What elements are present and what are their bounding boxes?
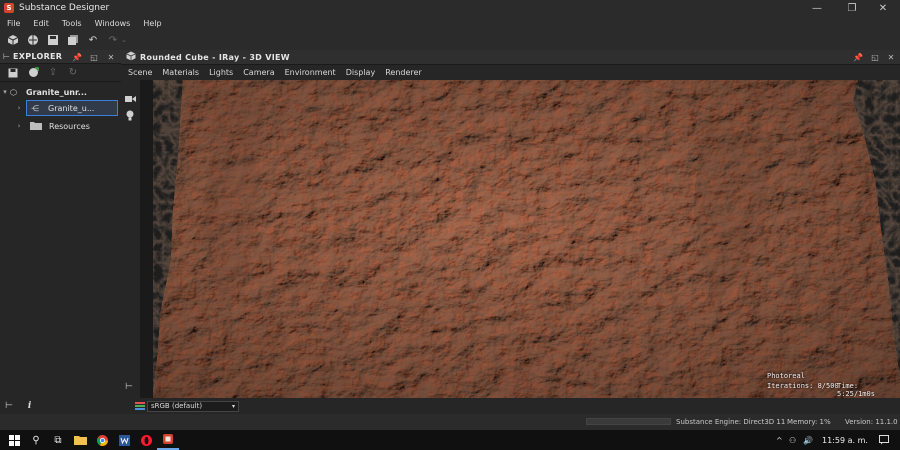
new-resource-icon[interactable] bbox=[27, 67, 39, 79]
redo-dropdown-icon[interactable]: ⌄ bbox=[121, 34, 127, 46]
outliner-icon[interactable]: ⊢ bbox=[125, 382, 133, 392]
viewport-side-toolbar: ⊢ bbox=[121, 80, 140, 398]
menu-tools[interactable]: Tools bbox=[55, 19, 82, 28]
save-package-icon[interactable] bbox=[7, 67, 19, 79]
tree-item-package[interactable]: ▾ ⬡ Granite_unr... bbox=[0, 84, 121, 100]
version-label: Version: 11.1.0 bbox=[845, 418, 898, 426]
restore-button[interactable]: ❐ bbox=[835, 0, 869, 16]
redo-icon[interactable]: ↷ bbox=[107, 34, 119, 46]
task-view-icon[interactable]: ⧉ bbox=[47, 430, 69, 450]
menu-file[interactable]: File bbox=[0, 19, 20, 28]
viewport-gutter bbox=[140, 80, 153, 398]
colorspace-dropdown[interactable]: sRGB (default) ▾ bbox=[147, 400, 239, 412]
vp-menu-lights[interactable]: Lights bbox=[202, 68, 233, 77]
expand-arrow-icon[interactable]: › bbox=[14, 104, 24, 112]
title-bar: S Substance Designer — ❐ ✕ bbox=[0, 0, 900, 16]
memory-status: Memory: 1% bbox=[787, 418, 831, 426]
render-time: Time: 5:25/1m0s bbox=[837, 382, 875, 398]
chrome-icon[interactable] bbox=[91, 430, 113, 450]
package-icon: ⬡ bbox=[10, 87, 17, 97]
window-title: Substance Designer bbox=[19, 3, 110, 13]
explorer-tree-icon: ⊢ bbox=[3, 52, 10, 61]
layers-stack-icon[interactable] bbox=[135, 401, 145, 414]
explorer-title: EXPLORER bbox=[12, 52, 63, 61]
close-window-button[interactable]: ✕ bbox=[866, 0, 900, 16]
progress-bar bbox=[586, 418, 671, 425]
tree-item-resources[interactable]: › Resources bbox=[0, 118, 121, 134]
menu-edit[interactable]: Edit bbox=[26, 19, 49, 28]
volume-icon[interactable]: 🔊 bbox=[803, 436, 813, 445]
status-bar: Substance Engine: Direct3D 11 Memory: 1%… bbox=[0, 414, 900, 430]
open-package-icon[interactable] bbox=[27, 34, 39, 46]
graph-icon: ⋲ bbox=[31, 103, 39, 113]
file-explorer-icon[interactable] bbox=[69, 430, 91, 450]
vp-menu-scene[interactable]: Scene bbox=[121, 68, 152, 77]
package-name: Granite_unr... bbox=[26, 87, 87, 97]
clock[interactable]: 11:59 a. m. bbox=[822, 436, 868, 445]
windows-start-icon[interactable] bbox=[3, 430, 25, 450]
minimize-button[interactable]: — bbox=[800, 0, 834, 16]
graph-name: Granite_u... bbox=[48, 103, 95, 113]
folder-icon bbox=[30, 121, 44, 132]
explorer-panel: ⊢ EXPLORER 📌 ◱ ✕ ⇪ ↻ ▾ ⬡ Granite_unr... … bbox=[0, 50, 121, 398]
vp-menu-camera[interactable]: Camera bbox=[236, 68, 274, 77]
render-iterations: Iterations: 8/500 bbox=[767, 382, 839, 390]
tree-item-graph[interactable]: ⋲ Granite_u... bbox=[26, 100, 118, 116]
save-icon[interactable] bbox=[47, 34, 59, 46]
network-icon[interactable]: ⚇ bbox=[789, 436, 796, 445]
colorspace-value: sRGB (default) bbox=[151, 402, 203, 410]
render-mode-label: Photoreal bbox=[767, 372, 805, 380]
notifications-icon[interactable] bbox=[879, 435, 889, 448]
menu-help[interactable]: Help bbox=[136, 19, 161, 28]
tray-overflow-icon[interactable]: ^ bbox=[776, 436, 783, 445]
explorer-header: ⊢ EXPLORER 📌 ◱ ✕ bbox=[0, 50, 121, 64]
menu-bar: File Edit Tools Windows Help bbox=[0, 16, 900, 30]
explorer-footer: ⊢ i bbox=[0, 398, 121, 414]
chevron-down-icon: ▾ bbox=[231, 402, 235, 410]
windows-taskbar: ⚲ ⧉ ^ ⚇ 🔊 11:59 a. m. bbox=[0, 430, 900, 450]
explorer-toolbar: ⇪ ↻ bbox=[0, 64, 121, 82]
float-panel-icon[interactable]: ◱ bbox=[870, 52, 880, 62]
3d-render-viewport[interactable]: Photoreal Iterations: 8/500 Time: 5:25/1… bbox=[153, 80, 900, 398]
light-bulb-icon[interactable] bbox=[126, 110, 134, 124]
3d-view-header: Rounded Cube - IRay - 3D VIEW 📌 ◱ ✕ bbox=[121, 50, 900, 65]
opera-icon[interactable] bbox=[135, 430, 157, 450]
vp-menu-display[interactable]: Display bbox=[339, 68, 376, 77]
vp-menu-environment[interactable]: Environment bbox=[278, 68, 336, 77]
3d-view-title: Rounded Cube - IRay - 3D VIEW bbox=[140, 52, 290, 62]
pin-icon[interactable]: 📌 bbox=[853, 52, 863, 62]
camera-icon[interactable] bbox=[125, 95, 136, 106]
engine-status: Substance Engine: Direct3D 11 bbox=[676, 418, 786, 426]
close-panel-icon[interactable]: ✕ bbox=[106, 52, 116, 62]
search-icon[interactable]: ⚲ bbox=[25, 430, 47, 450]
pin-icon[interactable]: 📌 bbox=[72, 52, 82, 62]
new-graph-icon[interactable] bbox=[7, 34, 19, 46]
info-icon[interactable]: i bbox=[28, 401, 31, 411]
menu-windows[interactable]: Windows bbox=[88, 19, 131, 28]
3d-view-menu: Scene Materials Lights Camera Environmen… bbox=[121, 65, 900, 80]
refresh-icon[interactable]: ↻ bbox=[67, 67, 79, 79]
vp-menu-renderer[interactable]: Renderer bbox=[378, 68, 422, 77]
save-all-icon[interactable] bbox=[67, 34, 79, 46]
undo-icon[interactable]: ↶ bbox=[87, 34, 99, 46]
main-toolbar: ↶ ↷ ⌄ bbox=[0, 30, 900, 50]
granite-rock-render bbox=[153, 80, 900, 398]
expand-arrow-icon[interactable]: › bbox=[14, 122, 24, 130]
substance-logo-icon: S bbox=[4, 3, 14, 13]
publish-icon[interactable]: ⇪ bbox=[47, 67, 59, 79]
float-panel-icon[interactable]: ◱ bbox=[89, 52, 99, 62]
substance-designer-taskbar-icon[interactable] bbox=[157, 430, 179, 450]
cube-icon bbox=[126, 51, 136, 64]
vp-menu-materials[interactable]: Materials bbox=[155, 68, 199, 77]
resources-label: Resources bbox=[49, 121, 90, 131]
close-panel-icon[interactable]: ✕ bbox=[886, 52, 896, 62]
viewport-bottom-bar: sRGB (default) ▾ bbox=[121, 398, 900, 414]
collapse-arrow-icon[interactable]: ▾ bbox=[0, 88, 10, 96]
word-icon[interactable] bbox=[113, 430, 135, 450]
tree-view-icon[interactable]: ⊢ bbox=[5, 401, 13, 411]
